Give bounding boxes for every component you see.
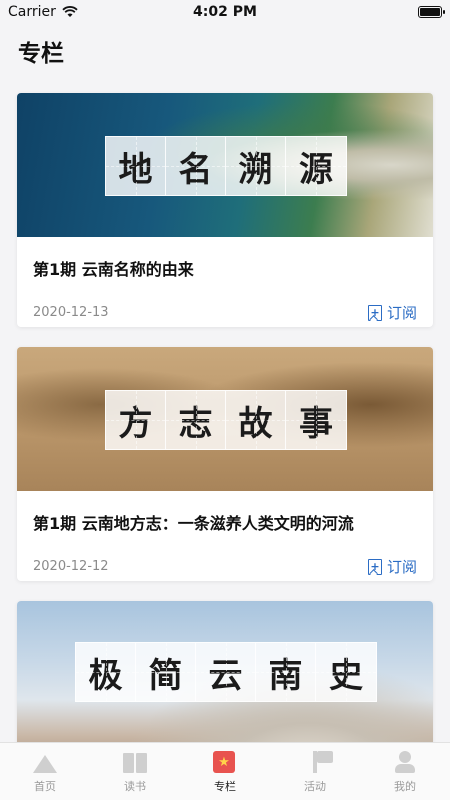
tab-bar: 首页 读书 ★ 专栏 活动 我的 <box>0 742 450 800</box>
subscribe-label: 订阅 <box>386 304 417 322</box>
page-title: 专栏 <box>18 41 64 67</box>
tab-label: 首页 <box>34 780 56 793</box>
banner-title-grid: 极 简 云 南 史 <box>75 642 377 702</box>
tab-label: 活动 <box>304 780 326 793</box>
banner-char: 南 <box>256 643 316 701</box>
card-banner-image: 方 志 故 事 <box>17 347 433 491</box>
banner-char: 方 <box>106 391 166 449</box>
card-title[interactable]: 第1期 云南名称的由来 <box>33 256 417 280</box>
mountain-icon <box>33 751 57 775</box>
bookmark-plus-icon: + <box>367 304 382 321</box>
card-date: 2020-12-12 <box>33 559 109 574</box>
column-card[interactable]: 方 志 故 事 第1期 云南地方志：一条滋养人类文明的河流 2020-12-12… <box>17 347 433 581</box>
tab-mine[interactable]: 我的 <box>370 751 440 794</box>
tab-home[interactable]: 首页 <box>10 751 80 794</box>
tab-label: 我的 <box>394 780 416 793</box>
card-date: 2020-12-13 <box>33 305 109 320</box>
banner-char: 志 <box>166 391 226 449</box>
banner-char: 简 <box>136 643 196 701</box>
subscribe-label: 订阅 <box>386 558 417 576</box>
banner-char: 极 <box>76 643 136 701</box>
banner-char: 名 <box>166 137 226 195</box>
subscribe-button[interactable]: + 订阅 <box>367 556 417 577</box>
card-body: 第1期 云南名称的由来 2020-12-13 + 订阅 <box>17 237 433 323</box>
banner-char: 事 <box>286 391 346 449</box>
carrier-label: Carrier <box>8 4 56 20</box>
banner-title-grid: 方 志 故 事 <box>105 390 347 450</box>
status-bar: Carrier 4:02 PM <box>0 0 450 24</box>
card-footer: 2020-12-12 + 订阅 <box>33 556 417 577</box>
tab-reading[interactable]: 读书 <box>100 751 170 794</box>
subscribe-button[interactable]: + 订阅 <box>367 302 417 323</box>
tab-label: 读书 <box>124 780 146 793</box>
banner-title-grid: 地 名 溯 源 <box>105 136 347 196</box>
status-left: Carrier <box>8 4 78 20</box>
column-card[interactable]: 地 名 溯 源 第1期 云南名称的由来 2020-12-13 + 订阅 <box>17 93 433 327</box>
card-title[interactable]: 第1期 云南地方志：一条滋养人类文明的河流 <box>33 510 417 534</box>
card-footer: 2020-12-13 + 订阅 <box>33 302 417 323</box>
banner-char: 故 <box>226 391 286 449</box>
card-banner-image: 地 名 溯 源 <box>17 93 433 237</box>
status-time: 4:02 PM <box>193 4 257 20</box>
banner-char: 源 <box>286 137 346 195</box>
banner-char: 地 <box>106 137 166 195</box>
wifi-icon <box>62 6 78 17</box>
flag-icon <box>303 751 333 775</box>
book-icon <box>123 751 147 775</box>
tab-activity[interactable]: 活动 <box>280 751 350 794</box>
user-icon <box>393 751 417 775</box>
banner-char: 溯 <box>226 137 286 195</box>
banner-char: 史 <box>316 643 376 701</box>
banner-char: 云 <box>196 643 256 701</box>
tab-column[interactable]: ★ 专栏 <box>190 751 260 794</box>
tab-label: 专栏 <box>214 780 236 793</box>
battery-icon <box>418 6 445 18</box>
card-body: 第1期 云南地方志：一条滋养人类文明的河流 2020-12-12 + 订阅 <box>17 491 433 577</box>
column-icon: ★ <box>213 751 237 775</box>
bookmark-plus-icon: + <box>367 558 382 575</box>
